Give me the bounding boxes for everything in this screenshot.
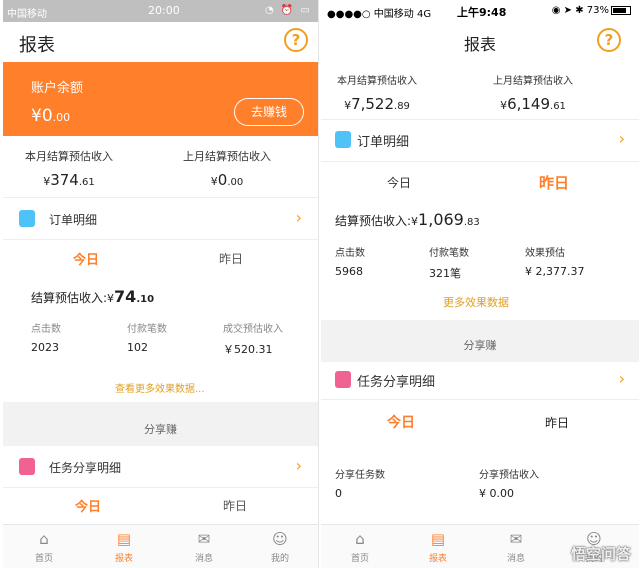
clock: 20:00 — [148, 4, 180, 17]
status-bar: ●●●●○ 中国移动 4G 上午9:48 ◉ ➤ ✱ 73% — [321, 0, 639, 22]
tabbar-profile[interactable]: ☺ 我的 — [255, 529, 305, 564]
go-earn-button[interactable]: 去赚钱 — [234, 98, 304, 126]
chevron-right-icon: › — [618, 369, 625, 388]
mail-icon: ✉ — [509, 530, 523, 548]
mail-icon: ✉ — [197, 530, 211, 548]
carrier-label: 中国移动 — [7, 9, 47, 20]
metric-payments: 付款笔数 102 — [127, 324, 167, 354]
view-more-link[interactable]: 查看更多效果数据... — [115, 380, 205, 395]
home-icon: ⌂ — [355, 530, 365, 548]
date-tabs: 今日 昨日 — [3, 240, 318, 278]
tab-today-share[interactable]: 今日 — [387, 412, 415, 432]
status-bar: 中国移动 20:00 ◔ ⏰ ▭ — [3, 0, 318, 22]
order-doc-icon — [19, 210, 35, 227]
metric-clicks: 点击数 2023 — [31, 324, 61, 354]
nav-bar: 报表 ? — [321, 22, 639, 62]
task-share-label: 任务分享明细 — [357, 375, 436, 390]
tabbar-messages[interactable]: ✉ 消息 — [491, 529, 541, 564]
order-doc-icon — [335, 131, 351, 148]
share-earn-band: 分享赚 — [3, 402, 318, 446]
chevron-right-icon: › — [295, 456, 302, 475]
this-month-income: 本月结算预估收入 ¥7,522.89 — [337, 72, 417, 113]
task-share-row[interactable]: 任务分享明细 › — [321, 362, 639, 400]
metric-deal-income: 成交预估收入 ￥520.31 — [223, 324, 283, 356]
last-month-value: ¥0.00 — [210, 171, 244, 189]
tab-today-share[interactable]: 今日 — [75, 496, 101, 515]
income-summary: 本月结算预估收入 ¥374.61 上月结算预估收入 ¥0.00 — [3, 136, 318, 198]
page-title: 报表 — [19, 35, 55, 56]
tabbar-home[interactable]: ⌂ 首页 — [335, 529, 385, 564]
last-month-label: 上月结算预估收入 — [183, 150, 271, 163]
task-share-row[interactable]: 任务分享明细 › — [3, 446, 318, 488]
right-phone-screen: ●●●●○ 中国移动 4G 上午9:48 ◉ ➤ ✱ 73% 报表 ? 本月结算… — [321, 0, 639, 568]
income-summary: 本月结算预估收入 ¥7,522.89 上月结算预估收入 ¥6,149.61 — [321, 62, 639, 120]
date-tabs: 今日 昨日 — [321, 162, 639, 204]
this-month-label: 本月结算预估收入 — [25, 150, 113, 163]
chevron-right-icon: › — [618, 129, 625, 148]
metric-share-income: 分享预估收入 ¥ 0.00 — [479, 470, 539, 500]
last-month-value: ¥6,149.61 — [500, 95, 566, 113]
tab-yesterday-share[interactable]: 昨日 — [545, 414, 569, 431]
settle-estimate: 结算预估收入:¥1,069.83 — [335, 210, 480, 229]
this-month-value: ¥7,522.89 — [344, 95, 410, 113]
more-effect-link[interactable]: 更多效果数据 — [443, 294, 509, 310]
settle-estimate: 结算预估收入:¥74.10 — [31, 287, 155, 306]
tabbar-report[interactable]: ▤ 报表 — [413, 529, 463, 564]
balance-amount: ¥0.00 — [31, 106, 71, 126]
bottom-tab-bar: ⌂ 首页 ▤ 报表 ✉ 消息 ☺ 我的 — [3, 524, 318, 568]
metric-clicks: 点击数 5968 — [335, 248, 365, 278]
page-title: 报表 — [463, 35, 496, 54]
order-detail-label: 订单明细 — [357, 135, 410, 150]
tab-today[interactable]: 今日 — [73, 249, 99, 268]
last-month-label: 上月结算预估收入 — [493, 76, 573, 87]
metric-payments: 付款笔数 321笔 — [429, 248, 469, 280]
tabbar-report[interactable]: ▤ 报表 — [99, 529, 149, 564]
chevron-right-icon: › — [295, 208, 302, 227]
status-icons: ◔ ⏰ ▭ — [265, 5, 312, 16]
balance-card: 账户余额 ¥0.00 去赚钱 — [3, 62, 318, 136]
order-detail-row[interactable]: 订单明细 › — [321, 120, 639, 162]
tab-yesterday-share[interactable]: 昨日 — [223, 497, 247, 514]
report-icon: ▤ — [430, 530, 446, 548]
this-month-value: ¥374.61 — [43, 171, 95, 189]
earn-tag-icon — [335, 371, 351, 388]
tabbar-messages[interactable]: ✉ 消息 — [179, 529, 229, 564]
battery-icon — [611, 5, 631, 15]
order-detail-row[interactable]: 订单明细 › — [3, 198, 318, 240]
tab-today[interactable]: 今日 — [387, 174, 411, 191]
left-phone-screen: 中国移动 20:00 ◔ ⏰ ▭ 报表 ? 账户余额 ¥0.00 去赚钱 本月结… — [3, 0, 319, 568]
help-icon[interactable]: ? — [597, 28, 621, 52]
metric-share-tasks: 分享任务数 0 — [335, 470, 385, 500]
home-icon: ⌂ — [39, 530, 49, 548]
tab-yesterday[interactable]: 昨日 — [219, 250, 243, 267]
tab-yesterday[interactable]: 昨日 — [539, 172, 569, 193]
tabbar-home[interactable]: ⌂ 首页 — [19, 529, 69, 564]
this-month-income: 本月结算预估收入 ¥374.61 — [25, 148, 113, 189]
earn-tag-icon — [19, 458, 35, 475]
metric-effect-estimate: 效果预估 ¥ 2,377.37 — [525, 248, 585, 278]
nav-bar: 报表 ? — [3, 22, 318, 62]
share-earn-band: 分享赚 — [321, 320, 639, 362]
this-month-label: 本月结算预估收入 — [337, 76, 417, 87]
watermark: 悟空问答 — [570, 545, 631, 563]
help-icon[interactable]: ? — [284, 28, 308, 52]
user-icon: ☺ — [272, 530, 288, 548]
status-icons: ◉ ➤ ✱ 73% — [552, 5, 631, 16]
order-detail-label: 订单明细 — [49, 213, 98, 227]
last-month-income: 上月结算预估收入 ¥0.00 — [183, 148, 271, 189]
carrier-label: ●●●●○ 中国移动 4G — [327, 9, 432, 20]
balance-label: 账户余额 — [31, 81, 84, 96]
report-icon: ▤ — [116, 530, 132, 548]
clock: 上午9:48 — [457, 6, 507, 19]
task-share-label: 任务分享明细 — [49, 461, 122, 475]
last-month-income: 上月结算预估收入 ¥6,149.61 — [493, 72, 573, 113]
